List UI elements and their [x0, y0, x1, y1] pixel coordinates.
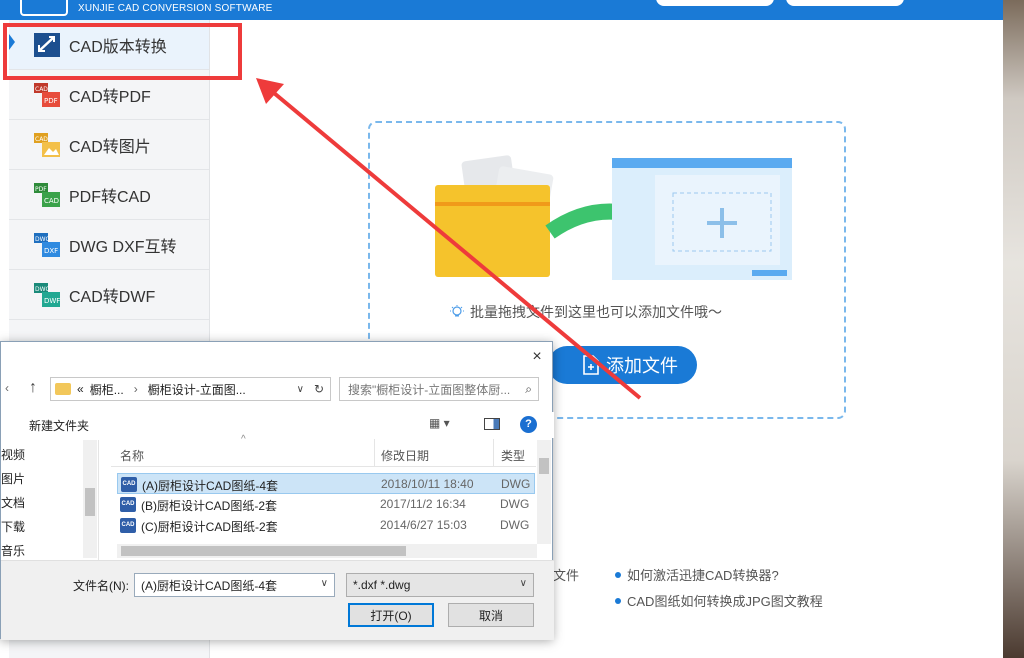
nav-item-pictures[interactable]: 图片	[1, 470, 25, 487]
breadcrumb-part-1[interactable]: 橱柜...	[90, 381, 124, 398]
file-date: 2017/11/2 16:34	[380, 497, 466, 511]
open-button[interactable]: 打开(O)	[348, 603, 434, 627]
scroll-thumb[interactable]	[121, 546, 406, 556]
view-options-icon[interactable]: ▦ ▾	[429, 416, 450, 430]
close-icon[interactable]: ×	[528, 348, 546, 366]
search-input[interactable]: 搜索"橱柜设计-立面图整体厨... ⌕	[339, 377, 539, 401]
file-type: DWG	[500, 518, 530, 532]
help-icon[interactable]: ?	[520, 416, 537, 433]
file-row[interactable]: CAD (A)厨柜设计CAD图纸-4套 2018/10/11 18:40 DWG	[117, 473, 535, 494]
column-name[interactable]: 名称	[120, 447, 144, 464]
cancel-button[interactable]: 取消	[448, 603, 534, 627]
column-divider	[493, 439, 494, 467]
search-icon: ⌕	[525, 381, 532, 396]
navigation-pane: 视频 图片 文档 下载 音乐	[1, 440, 99, 560]
breadcrumb-part-2[interactable]: 橱柜设计-立面图...	[148, 381, 246, 398]
sort-indicator-icon: ^	[241, 434, 246, 445]
chevron-down-icon[interactable]: ∨	[297, 384, 304, 395]
column-date[interactable]: 修改日期	[381, 447, 429, 464]
column-divider	[374, 439, 375, 467]
file-type: DWG	[500, 497, 530, 511]
scroll-thumb[interactable]	[539, 458, 549, 474]
file-date: 2014/6/27 15:03	[380, 518, 467, 532]
cad-file-icon: CAD	[121, 477, 137, 492]
scroll-thumb[interactable]	[85, 488, 95, 516]
file-list-hscrollbar[interactable]	[117, 544, 537, 558]
search-placeholder: 搜索"橱柜设计-立面图整体厨...	[348, 382, 511, 397]
file-name: (B)厨柜设计CAD图纸-2套	[141, 499, 278, 513]
nav-scrollbar[interactable]	[83, 440, 97, 558]
file-name: (C)厨柜设计CAD图纸-2套	[141, 520, 278, 534]
preview-pane-icon[interactable]	[484, 418, 500, 430]
column-type[interactable]: 类型	[501, 447, 525, 464]
nav-item-videos[interactable]: 视频	[1, 446, 25, 463]
nav-item-downloads[interactable]: 下载	[1, 518, 25, 535]
nav-row: ‹ ↑ « 橱柜... › 橱柜设计-立面图... ∨ ↻ 搜索"橱柜设计-立面…	[1, 377, 554, 403]
refresh-icon[interactable]: ↻	[314, 382, 324, 396]
file-row[interactable]: CAD (B)厨柜设计CAD图纸-2套 2017/11/2 16:34 DWG	[117, 494, 535, 515]
dialog-footer: 文件名(N): (A)厨柜设计CAD图纸-4套 ∨ *.dxf *.dwg ∨ …	[1, 560, 554, 640]
file-list-header: 名称 ^ 修改日期 类型	[111, 434, 536, 467]
filename-label: 文件名(N):	[73, 579, 129, 593]
path-prefix: «	[77, 382, 84, 396]
nav-item-music[interactable]: 音乐	[1, 542, 25, 559]
folder-icon	[55, 383, 71, 395]
new-folder-button[interactable]: 新建文件夹	[29, 417, 89, 434]
cad-file-icon: CAD	[120, 518, 136, 533]
nav-item-documents[interactable]: 文档	[1, 494, 25, 511]
file-date: 2018/10/11 18:40	[381, 477, 474, 491]
dialog-toolbar: 新建文件夹 ▦ ▾ ?	[1, 412, 554, 438]
chevron-down-icon[interactable]: ∨	[321, 578, 328, 589]
filetype-value: *.dxf *.dwg	[353, 578, 411, 592]
file-name: (A)厨柜设计CAD图纸-4套	[142, 479, 279, 493]
filetype-select[interactable]: *.dxf *.dwg ∨	[346, 573, 534, 597]
file-open-dialog: × ‹ ↑ « 橱柜... › 橱柜设计-立面图... ∨ ↻ 搜索"橱柜设计-…	[0, 341, 554, 640]
chevron-down-icon[interactable]: ∨	[520, 578, 527, 589]
file-list-vscrollbar[interactable]	[537, 440, 551, 544]
filename-value: (A)厨柜设计CAD图纸-4套	[141, 578, 278, 593]
cad-file-icon: CAD	[120, 497, 136, 512]
address-bar[interactable]: « 橱柜... › 橱柜设计-立面图... ∨ ↻	[50, 377, 331, 401]
up-arrow-icon[interactable]: ↑	[29, 379, 37, 397]
file-row[interactable]: CAD (C)厨柜设计CAD图纸-2套 2014/6/27 15:03 DWG	[117, 515, 535, 536]
filename-input[interactable]: (A)厨柜设计CAD图纸-4套 ∨	[134, 573, 335, 597]
chevron-right-icon: ›	[133, 382, 138, 396]
back-icon[interactable]: ‹	[5, 381, 9, 395]
file-type: DWG	[501, 477, 531, 491]
